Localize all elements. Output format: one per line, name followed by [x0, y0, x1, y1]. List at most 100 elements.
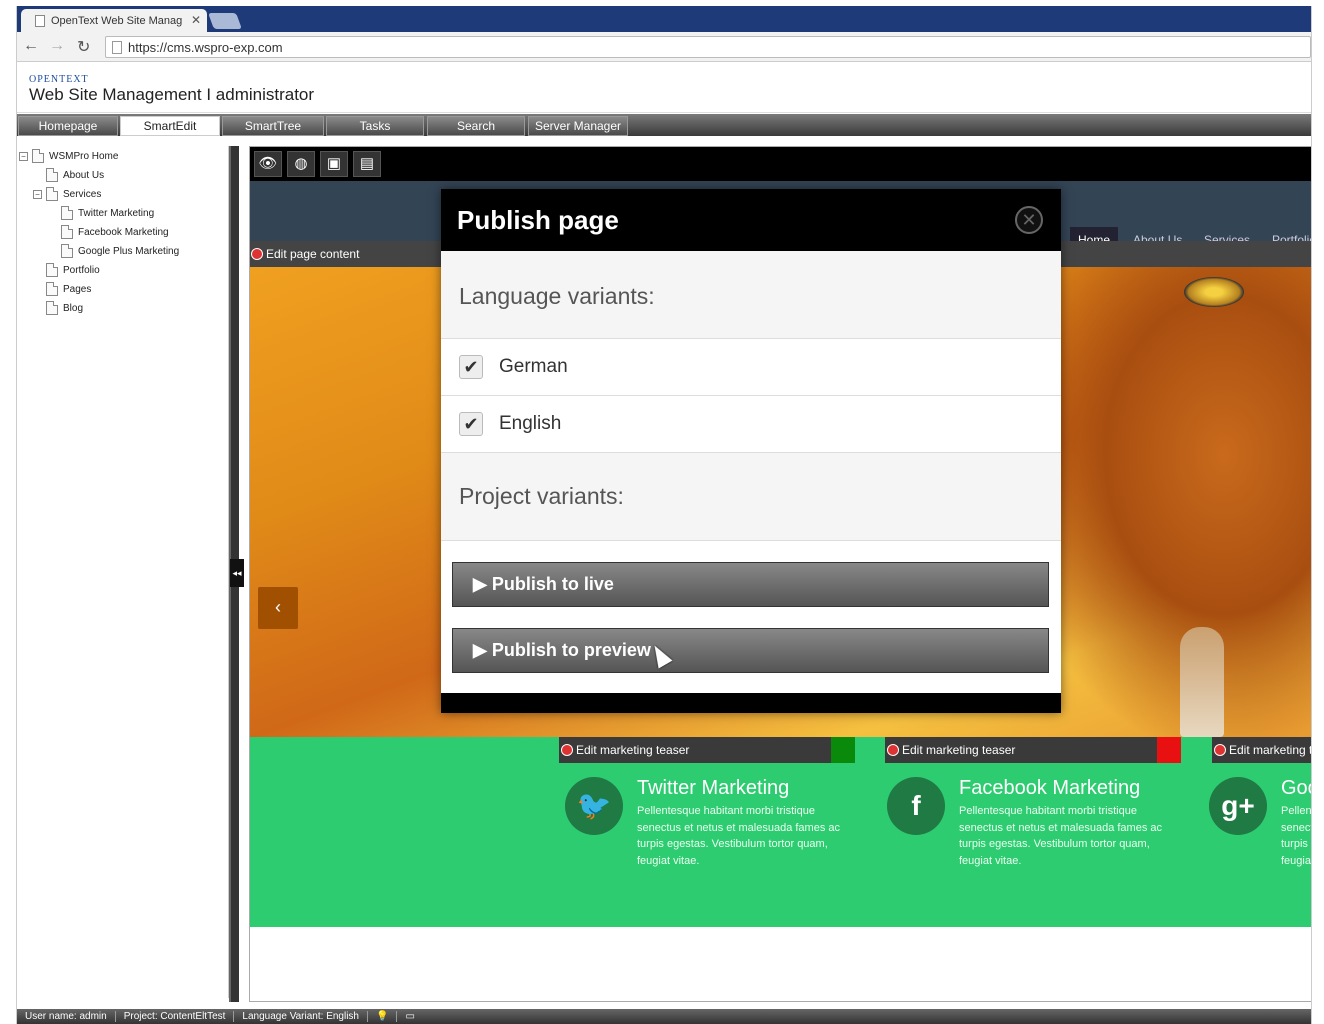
teaser-title: Goo: [1281, 777, 1311, 799]
page-icon: [46, 263, 58, 277]
browser-tab[interactable]: OpenText Web Site Manag ✕: [21, 9, 207, 32]
twitter-icon: 🐦: [565, 777, 623, 835]
german-label: German: [499, 356, 568, 377]
page-icon: [32, 149, 44, 163]
teaser-section: Edit marketing teaser Edit marketing tea…: [250, 737, 1312, 927]
tab-strip: OpenText Web Site Manag ✕: [17, 6, 1311, 32]
german-checkbox[interactable]: ✔: [459, 355, 483, 379]
edit-label: Edit marketing t: [1229, 743, 1312, 757]
language-variants-section: Language variants:: [441, 251, 1061, 339]
tree-node-twitter[interactable]: Twitter Marketing: [61, 205, 154, 221]
tab-smarttree[interactable]: SmartTree: [222, 116, 324, 136]
url-input[interactable]: https://cms.wspro-exp.com: [105, 36, 1311, 58]
publish-page-dialog: Publish page ✕ Language variants: ✔ Germ…: [441, 189, 1061, 713]
edit-page-content-button[interactable]: Edit page content: [251, 247, 359, 261]
tree-node-pages[interactable]: Pages: [46, 281, 91, 297]
tree-label: Pages: [63, 283, 92, 295]
status-bar: User name: admin Project: ContentEltTest…: [17, 1009, 1311, 1024]
teaser-body: Pellentesque habitant morbi tristique se…: [637, 805, 841, 867]
page-icon: [61, 244, 73, 258]
tree-node-root[interactable]: − WSMPro Home: [19, 148, 118, 164]
tab-title: OpenText Web Site Manag: [51, 14, 183, 27]
publish-live-button[interactable]: ▶ Publish to live: [452, 562, 1049, 607]
english-label: English: [499, 413, 562, 434]
status-square: [1157, 737, 1181, 763]
lang-row-english: ✔ English: [441, 396, 1061, 453]
address-bar-row: ← → ↻ https://cms.wspro-exp.com: [17, 32, 1311, 62]
new-tab-button[interactable]: [208, 13, 242, 29]
status-square: [831, 737, 855, 763]
tree-node-portfolio[interactable]: Portfolio: [46, 262, 100, 278]
google-plus-icon: g+: [1209, 777, 1267, 835]
status-user: User name: admin: [17, 1011, 116, 1022]
carousel-prev-button[interactable]: ‹: [258, 587, 298, 629]
back-icon[interactable]: ←: [23, 37, 39, 55]
tree-label: About Us: [63, 169, 105, 181]
publish-preview-button[interactable]: ▶ Publish to preview: [452, 628, 1049, 673]
url-text: https://cms.wspro-exp.com: [128, 40, 283, 55]
globe-icon[interactable]: ◍: [287, 151, 315, 177]
dialog-header: Publish page ✕: [441, 189, 1061, 251]
tree-label: WSMPro Home: [49, 150, 119, 162]
edit-icon: [561, 744, 573, 756]
project-variants-heading: Project variants:: [459, 483, 624, 509]
teaser-title: Twitter Marketing: [637, 777, 790, 799]
tab-server-manager[interactable]: Server Manager: [528, 116, 628, 136]
collapse-icon[interactable]: −: [19, 151, 28, 161]
edit-label: Edit marketing teaser: [902, 743, 1016, 757]
project-variants-section: Project variants:: [441, 453, 1061, 541]
tab-search[interactable]: Search: [427, 116, 525, 136]
edit-icon: [887, 744, 899, 756]
close-icon[interactable]: ✕: [1015, 206, 1043, 234]
tab-smartedit[interactable]: SmartEdit: [120, 116, 220, 136]
forward-icon[interactable]: →: [49, 37, 65, 55]
status-project: Project: ContentEltTest: [116, 1011, 235, 1022]
tiger-eye-image: [1184, 277, 1244, 307]
page-icon: [46, 301, 58, 315]
edit-teaser-1[interactable]: Edit marketing teaser: [559, 737, 855, 763]
tree-label: Blog: [63, 302, 84, 314]
page-icon: [46, 187, 58, 201]
preview-eye-icon[interactable]: 👁: [254, 151, 282, 177]
tab-tasks[interactable]: Tasks: [326, 116, 424, 136]
close-tab-icon[interactable]: ✕: [191, 13, 201, 27]
smarttree-panel: − WSMPro Home About Us − Services Twitter …: [17, 146, 229, 998]
boy-image: [1180, 627, 1224, 737]
edit-icon: [1214, 744, 1226, 756]
edit-teaser-3[interactable]: Edit marketing t: [1212, 737, 1312, 763]
tab-homepage[interactable]: Homepage: [18, 116, 118, 136]
save-icon[interactable]: ▣: [320, 151, 348, 177]
facebook-icon: f: [887, 777, 945, 835]
edit-label: Edit page content: [266, 247, 360, 261]
collapse-icon[interactable]: −: [33, 189, 42, 199]
collapse-panel-button[interactable]: ◂◂: [230, 559, 244, 587]
page-icon: [46, 168, 58, 182]
edit-teaser-2[interactable]: Edit marketing teaser: [885, 737, 1181, 763]
english-checkbox[interactable]: ✔: [459, 412, 483, 436]
status-language: Language Variant: English: [234, 1011, 368, 1022]
language-variants-heading: Language variants:: [459, 283, 655, 309]
tree-node-google[interactable]: Google Plus Marketing: [61, 243, 179, 259]
teaser-body: Pellentesque habitant morbi tristique se…: [959, 805, 1163, 867]
page-icon: [35, 14, 45, 27]
reload-icon[interactable]: ↻: [77, 37, 90, 57]
tree-node-about[interactable]: About Us: [46, 167, 104, 183]
teaser-title: Facebook Marketing: [959, 777, 1141, 799]
monitor-icon[interactable]: ▭: [397, 1011, 422, 1022]
brand-logo: OPENTEXT: [29, 74, 89, 85]
save-as-icon[interactable]: ▤: [353, 151, 381, 177]
tree-node-services[interactable]: − Services: [33, 186, 101, 202]
page-icon: [46, 282, 58, 296]
tree-label: Facebook Marketing: [78, 226, 169, 238]
page-icon: [61, 225, 73, 239]
publish-preview-label: Publish to preview: [491, 640, 651, 660]
bulb-icon[interactable]: 💡: [368, 1011, 398, 1022]
tree-label: Services: [63, 188, 102, 200]
tree-node-facebook[interactable]: Facebook Marketing: [61, 224, 169, 240]
lang-row-german: ✔ German: [441, 339, 1061, 396]
app-title: Web Site Management I administrator: [29, 85, 315, 104]
edit-toolbar: 👁 ◍ ▣ ▤: [250, 147, 1311, 181]
publish-live-label: Publish to live: [491, 574, 614, 594]
tree-node-blog[interactable]: Blog: [46, 300, 83, 316]
dialog-footer: [441, 693, 1061, 713]
